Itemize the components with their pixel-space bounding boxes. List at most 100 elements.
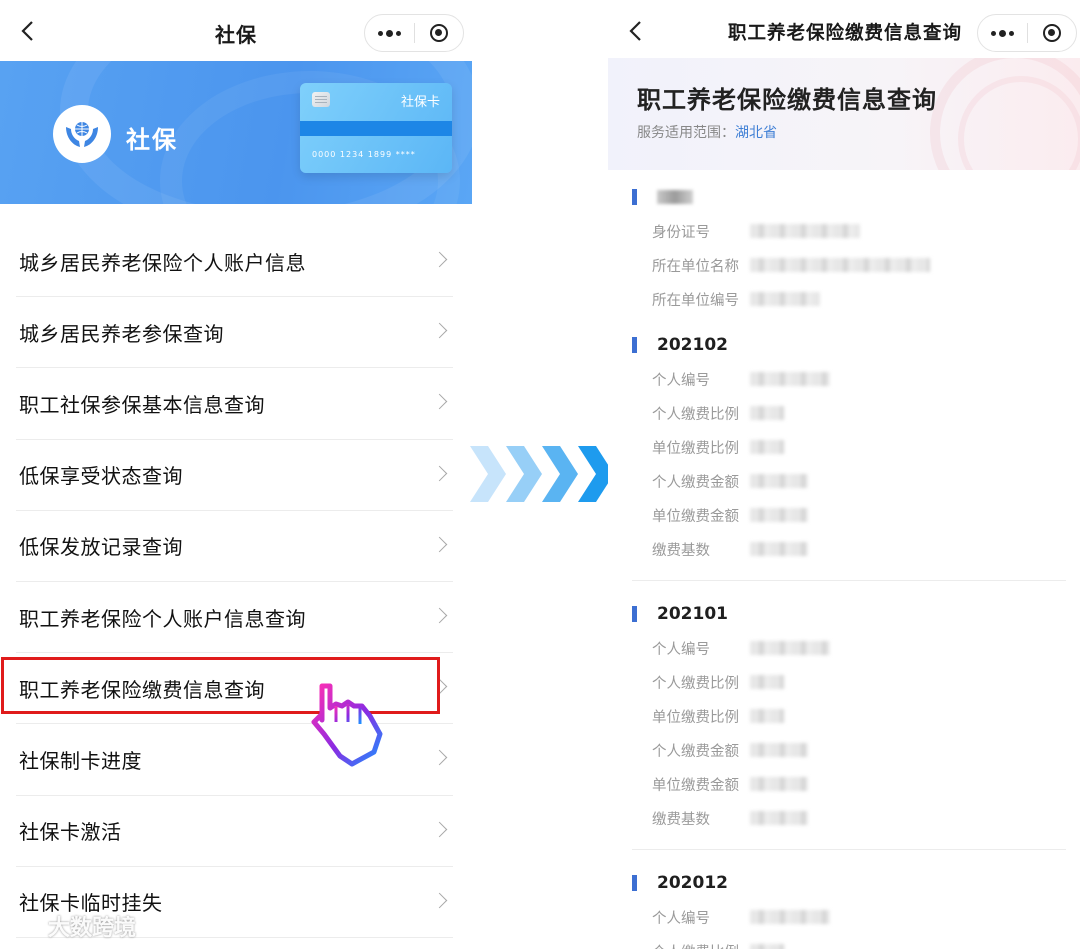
menu-item-label: 低保享受状态查询 bbox=[19, 464, 183, 489]
menu-item[interactable]: 职工社保参保基本信息查询 bbox=[16, 368, 453, 440]
section-header: 202102 bbox=[632, 328, 1066, 362]
card-stripe bbox=[300, 121, 452, 136]
hand-pointer-icon bbox=[311, 683, 383, 767]
banner-title: 社保 bbox=[126, 126, 178, 154]
social-security-logo-icon bbox=[53, 105, 111, 163]
transition-arrows-icon bbox=[470, 446, 614, 502]
nav-bar: 社保 bbox=[0, 0, 472, 62]
field-label: 个人编号 bbox=[652, 910, 710, 927]
back-icon[interactable] bbox=[622, 18, 648, 44]
menu-item[interactable]: 社保卡激活 bbox=[16, 796, 453, 867]
info-row: 个人缴费金额 bbox=[632, 733, 1066, 767]
field-label: 个人缴费比例 bbox=[632, 941, 750, 949]
masked-value bbox=[750, 910, 830, 924]
menu-item[interactable]: 低保享受状态查询 bbox=[16, 440, 453, 511]
more-icon[interactable] bbox=[365, 29, 414, 37]
close-icon[interactable] bbox=[414, 24, 463, 42]
masked-value bbox=[750, 743, 808, 757]
info-row: 缴费基数 bbox=[632, 801, 1066, 835]
info-row: 个人编号 bbox=[632, 900, 1066, 934]
info-row: 个人缴费比例 bbox=[632, 934, 1066, 949]
period-label: 202101 bbox=[657, 604, 728, 624]
nav-bar: 职工养老保险缴费信息查询 bbox=[608, 0, 1080, 62]
field-label: 单位缴费金额 bbox=[652, 508, 739, 525]
section-marker bbox=[632, 337, 637, 353]
masked-value bbox=[750, 542, 808, 556]
chevron-right-icon bbox=[431, 251, 448, 268]
field-label: 所在单位编号 bbox=[652, 292, 739, 309]
chevron-right-icon bbox=[431, 750, 448, 766]
menu-item-label: 社保制卡进度 bbox=[19, 748, 142, 773]
masked-value bbox=[750, 777, 808, 791]
left-screen: 社保 社保 社保卡 0000 1234 1899 **** 城乡居民养老保险个人… bbox=[0, 0, 472, 949]
menu-item[interactable]: 职工养老保险个人账户信息查询 bbox=[16, 582, 453, 654]
chevron-right-icon bbox=[431, 821, 448, 837]
menu-item-label: 低保发放记录查询 bbox=[19, 535, 183, 560]
masked-value bbox=[750, 811, 808, 825]
info-row: 单位缴费比例 bbox=[632, 699, 1066, 733]
more-icon[interactable] bbox=[978, 29, 1027, 37]
chevron-right-icon bbox=[431, 323, 448, 339]
period-section: 202101 个人编号 个人缴费比例 单位缴费比例 个人缴费金额 单位缴费金额 … bbox=[632, 597, 1066, 835]
menu-item-label: 职工社保参保基本信息查询 bbox=[19, 392, 265, 417]
page-title: 职工养老保险缴费信息查询 bbox=[728, 23, 963, 44]
masked-value bbox=[750, 944, 784, 949]
service-menu: 城乡居民养老保险个人账户信息 城乡居民养老参保查询 职工社保参保基本信息查询 低… bbox=[0, 226, 472, 938]
info-row: 个人缴费金额 bbox=[632, 464, 1066, 498]
menu-item[interactable]: 城乡居民养老保险个人账户信息 bbox=[16, 226, 453, 298]
card-chip-icon bbox=[312, 92, 330, 107]
mini-program-capsule bbox=[977, 14, 1077, 52]
info-row: 缴费基数 bbox=[632, 532, 1066, 566]
field-label: 单位缴费金额 bbox=[652, 777, 739, 794]
section-marker bbox=[632, 875, 637, 891]
field-label: 单位缴费比例 bbox=[652, 709, 739, 726]
menu-item-label: 城乡居民养老保险个人账户信息 bbox=[19, 250, 306, 275]
field-label: 个人编号 bbox=[652, 641, 710, 658]
section-header bbox=[632, 180, 1066, 214]
card-number: 0000 1234 1899 **** bbox=[312, 150, 416, 159]
info-row: 所在单位名称 bbox=[632, 248, 1066, 282]
section-header: 202012 bbox=[632, 866, 1066, 900]
masked-value bbox=[750, 372, 830, 386]
masked-value bbox=[750, 641, 830, 655]
chevron-right-icon bbox=[431, 465, 448, 481]
menu-item[interactable]: 低保发放记录查询 bbox=[16, 511, 453, 582]
masked-value bbox=[750, 258, 930, 272]
service-scope: 服务适用范围：湖北省 bbox=[637, 122, 777, 142]
service-scope-value: 湖北省 bbox=[735, 125, 777, 141]
close-icon[interactable] bbox=[1027, 24, 1076, 42]
info-row: 所在单位编号 bbox=[632, 282, 1066, 316]
profile-section: 身份证号 所在单位名称 所在单位编号 bbox=[632, 180, 1066, 316]
chevron-right-icon bbox=[431, 678, 448, 695]
field-label: 所在单位名称 bbox=[652, 258, 739, 275]
menu-item-label: 城乡居民养老参保查询 bbox=[19, 321, 224, 346]
info-row: 单位缴费比例 bbox=[632, 430, 1066, 464]
info-row: 单位缴费金额 bbox=[632, 498, 1066, 532]
service-scope-label: 服务适用范围： bbox=[637, 125, 735, 141]
field-label: 个人缴费比例 bbox=[652, 406, 739, 423]
masked-value bbox=[750, 508, 808, 522]
masked-value bbox=[750, 406, 784, 420]
field-label: 缴费基数 bbox=[652, 542, 710, 559]
card-label: 社保卡 bbox=[400, 95, 440, 110]
menu-item[interactable]: 城乡居民养老参保查询 bbox=[16, 297, 453, 369]
right-screen: 职工养老保险缴费信息查询 职工养老保险缴费信息查询 服务适用范围：湖北省 身份证… bbox=[608, 0, 1080, 949]
chevron-right-icon bbox=[431, 892, 448, 909]
watermark: 大数跨境 bbox=[12, 910, 136, 942]
masked-name bbox=[657, 190, 693, 204]
seal-watermark bbox=[930, 58, 1080, 170]
masked-value bbox=[750, 709, 784, 723]
section-marker bbox=[632, 189, 637, 205]
field-label: 单位缴费比例 bbox=[652, 440, 739, 457]
masked-value bbox=[750, 474, 808, 488]
chevron-right-icon bbox=[431, 536, 448, 553]
field-label: 个人缴费金额 bbox=[652, 743, 739, 760]
section-divider bbox=[632, 849, 1066, 850]
masked-value bbox=[750, 440, 784, 454]
social-security-card-image: 社保卡 0000 1234 1899 **** bbox=[300, 83, 452, 173]
section-divider bbox=[632, 580, 1066, 581]
menu-item-label: 职工养老保险个人账户信息查询 bbox=[19, 606, 306, 631]
info-row: 身份证号 bbox=[632, 214, 1066, 248]
period-section: 202012 个人编号 个人缴费比例 bbox=[632, 866, 1066, 949]
menu-item-label: 职工养老保险缴费信息查询 bbox=[19, 677, 265, 702]
